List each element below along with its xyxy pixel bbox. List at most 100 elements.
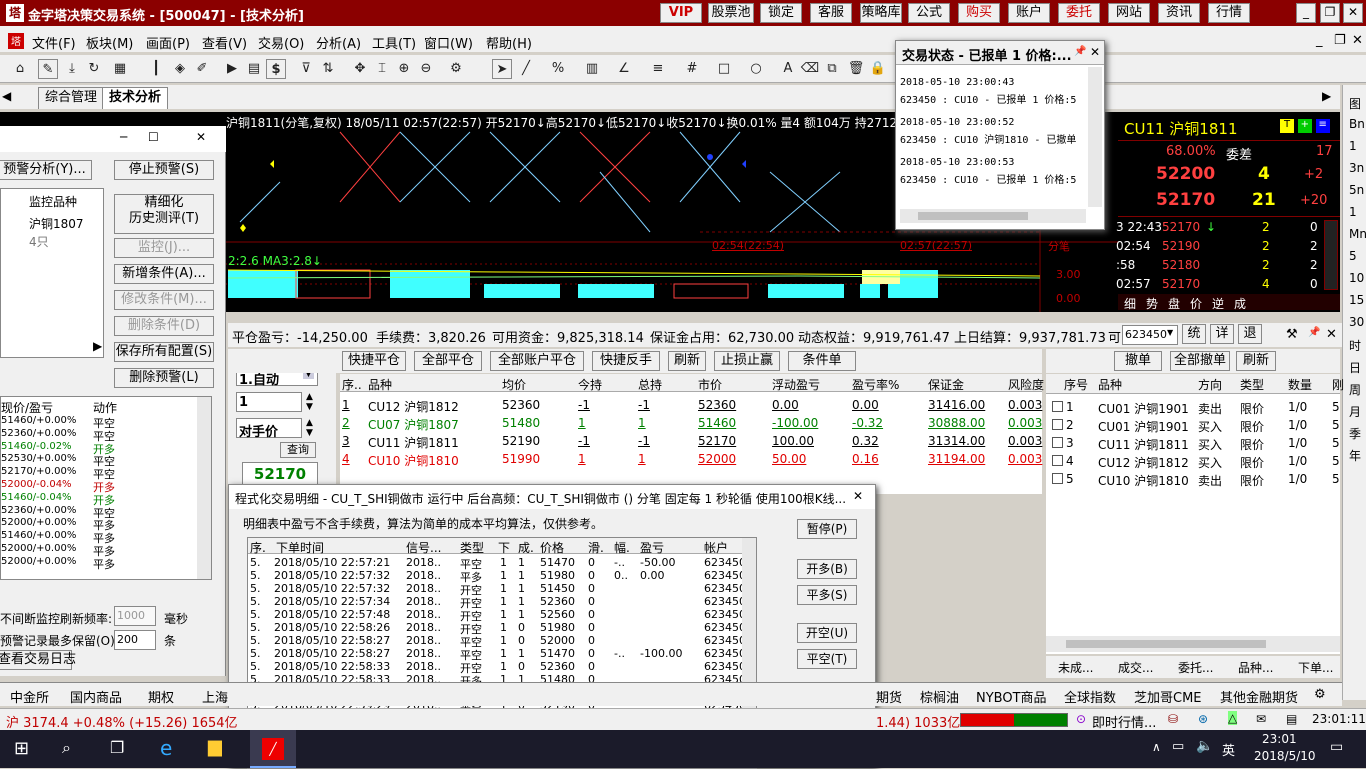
task-view-icon[interactable]: ❐ — [110, 738, 124, 757]
pyramid-app-icon[interactable]: ╱ — [250, 730, 296, 768]
prog-header-cell[interactable]: 帐户 — [704, 539, 728, 556]
lock-icon[interactable]: 🔒 — [868, 59, 888, 79]
table-row[interactable]: 5 CU10 沪铜1810 卖出 限价 1/0 5 — [1046, 470, 1340, 488]
restore-button[interactable]: ❐ — [1320, 3, 1340, 23]
monitor-item-2[interactable]: 4只 — [29, 233, 49, 250]
realtime-icon[interactable]: ⊙ — [1076, 712, 1086, 726]
action-button-2[interactable]: 全部账户平仓 — [490, 351, 584, 371]
pos-header-cell[interactable]: 品种 — [368, 376, 392, 393]
orders-tab-4[interactable]: 下单... — [1298, 659, 1333, 676]
qty-stepper[interactable]: ▲ ▼ — [306, 392, 313, 412]
tab-scroll-right[interactable]: ▶ — [1322, 89, 1331, 103]
search-icon[interactable]: ⌕ — [62, 738, 71, 758]
refresh-icon[interactable]: ↻ — [84, 59, 104, 79]
prog-header-cell[interactable]: 盈亏 — [640, 539, 664, 556]
quote-tab-3[interactable]: 价 — [1190, 295, 1202, 312]
move-icon[interactable]: ✥ — [350, 59, 370, 79]
edit-icon[interactable]: ✐ — [192, 59, 212, 79]
zoom-in-icon[interactable]: ⊕ — [394, 59, 414, 79]
period-11[interactable]: 时 — [1349, 337, 1361, 354]
ruler-icon[interactable]: ▥ — [582, 59, 602, 79]
pos-header-cell[interactable]: 保证金 — [928, 376, 964, 393]
price-type-stepper[interactable]: ▲ ▼ — [306, 418, 313, 438]
angle-icon[interactable]: ∠ — [614, 59, 634, 79]
table-row[interactable]: 3 CU11 沪铜1811 买入 限价 1/0 5 — [1046, 434, 1340, 452]
menu-item-2[interactable]: 画面(P) — [146, 33, 190, 52]
realtime-label[interactable]: 即时行情... — [1092, 712, 1156, 731]
table-row[interactable]: 5. 2018/05/10 22:57:32 2018.. 开空 1 1 51450 0 623… — [248, 582, 756, 597]
table-row[interactable]: 5. 2018/05/10 22:57:21 2018.. 平空 1 1 51470 0 -..… — [248, 556, 756, 571]
qty-input[interactable]: 1 — [236, 392, 302, 412]
explorer-icon[interactable]: ▆ — [208, 736, 222, 757]
top-button-11[interactable]: 行情 — [1208, 3, 1250, 23]
orders-tab-2[interactable]: 委托... — [1178, 659, 1213, 676]
top-button-4[interactable]: 策略库 — [860, 3, 902, 23]
ord-header-cell[interactable]: 类型 — [1240, 376, 1264, 393]
menu-item-3[interactable]: 查看(V) — [202, 33, 247, 52]
tab-technical[interactable]: 技术分析 — [102, 87, 169, 109]
play-icon[interactable]: ▶ — [222, 59, 242, 79]
monitor-scroll-arrow[interactable]: ▶ — [93, 339, 102, 353]
history-test-button[interactable]: 精细化 历史测评(T) — [114, 194, 214, 234]
menu-item-6[interactable]: 工具(T) — [372, 33, 416, 52]
order-action-2[interactable]: 刷新 — [1236, 351, 1276, 371]
order-checkbox[interactable] — [1052, 401, 1063, 412]
pos-header-cell[interactable]: 序.. — [342, 376, 362, 393]
bid-price[interactable]: 52170 — [1156, 190, 1215, 210]
menu-item-7[interactable]: 窗口(W) — [424, 33, 473, 52]
copy-icon[interactable]: ⧉ — [822, 59, 842, 79]
ime-indicator[interactable]: 英 — [1222, 740, 1235, 759]
order-action-1[interactable]: 全部撤单 — [1170, 351, 1230, 371]
mdi-close[interactable]: ✕ — [1352, 33, 1363, 48]
orders-tab-3[interactable]: 品种... — [1238, 659, 1273, 676]
pin-icon[interactable]: 📌 — [1074, 46, 1086, 57]
pos-header-cell[interactable]: 市价 — [698, 376, 722, 393]
prog-button-1[interactable]: 开多(B) — [797, 559, 857, 579]
rect-icon[interactable]: □ — [714, 59, 734, 79]
table-row[interactable]: 5. 2018/05/10 22:57:34 2018.. 开空 1 1 52360 0 623… — [248, 595, 756, 610]
action-button-4[interactable]: 刷新 — [668, 351, 706, 371]
period-12[interactable]: 日 — [1349, 359, 1361, 376]
ord-header-cell[interactable]: 方向 — [1198, 376, 1222, 393]
tab-scroll-left[interactable]: ◀ — [2, 89, 11, 103]
price-type-select[interactable]: 对手价 — [236, 418, 302, 440]
table-row[interactable]: 5. 2018/05/10 22:58:33 2018.. 开空 1 0 52360 0 623… — [248, 660, 756, 675]
table-row[interactable]: 4 CU12 沪铜1812 买入 限价 1/0 5 — [1046, 452, 1340, 470]
order-action-0[interactable]: 撤单 — [1114, 351, 1162, 371]
prog-button-4[interactable]: 平空(T) — [797, 649, 857, 669]
prog-header-cell[interactable]: 价格 — [540, 539, 564, 556]
period-8[interactable]: 10 — [1349, 271, 1364, 285]
detail-button[interactable]: 详 — [1210, 324, 1234, 344]
alert-row-value[interactable]: 52000/+0.00% — [1, 517, 76, 528]
top-button-7[interactable]: 账户 — [1008, 3, 1050, 23]
home-icon[interactable]: ⌂ — [10, 59, 30, 79]
start-icon[interactable]: ⊞ — [14, 738, 29, 759]
eraser-icon[interactable]: ⌫ — [800, 59, 820, 79]
alert-bell-icon[interactable]: △ — [1228, 711, 1238, 725]
alert-row-value[interactable]: 51460/-0.04% — [1, 492, 72, 503]
ord-header-cell[interactable]: 序号 — [1064, 376, 1088, 393]
quote-tab-4[interactable]: 逆 — [1212, 295, 1224, 312]
prog-header-cell[interactable]: 滑. — [588, 539, 604, 556]
menu-item-0[interactable]: 文件(F) — [32, 33, 76, 52]
top-button-6[interactable]: 购买 — [958, 3, 1000, 23]
prog-button-0[interactable]: 暂停(P) — [797, 519, 857, 539]
orders-hscroll[interactable] — [1046, 636, 1340, 652]
mdi-restore[interactable]: ❐ — [1334, 33, 1346, 48]
save-config-button[interactable]: 保存所有配置(S) — [114, 342, 214, 362]
line-icon[interactable]: ╱ — [516, 59, 536, 79]
quote-tab-0[interactable]: 细 — [1124, 295, 1136, 312]
stats-button[interactable]: 统 — [1182, 324, 1206, 344]
period-7[interactable]: 5 — [1349, 249, 1357, 263]
alert-close[interactable]: ✕ — [196, 130, 206, 144]
pos-header-cell[interactable]: 盈亏率% — [852, 376, 899, 393]
alert-row-value[interactable]: 52360/+0.00% — [1, 505, 76, 516]
panel-pin-icon[interactable]: 📌 — [1308, 327, 1320, 338]
alert-maximize[interactable]: ☐ — [148, 130, 159, 144]
table-row[interactable]: 2 CU07 沪铜1807 51480 1 1 51460 -100.00 -0.32 3088… — [340, 414, 1042, 432]
period-15[interactable]: 季 — [1349, 425, 1361, 442]
candle-icon[interactable]: ┃ — [146, 59, 166, 79]
tick-scrollbar[interactable] — [1324, 220, 1338, 290]
tray-network-icon[interactable]: ▭ — [1172, 739, 1184, 754]
alert-row-value[interactable]: 52000/+0.00% — [1, 543, 76, 554]
